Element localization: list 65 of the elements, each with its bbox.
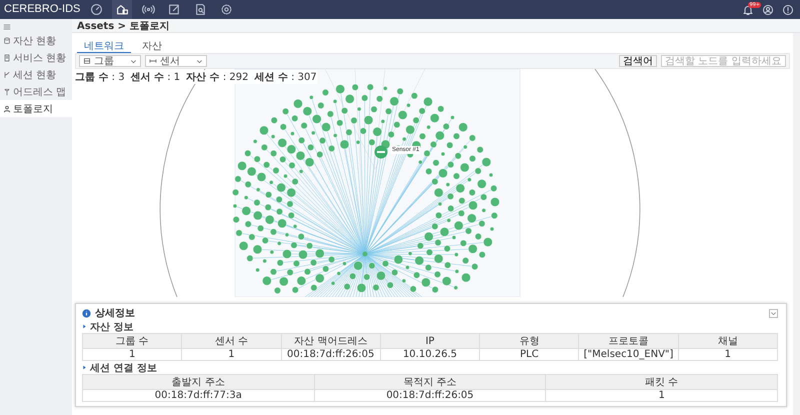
collapse-button[interactable] bbox=[769, 308, 778, 318]
column-header: 프로토콜 bbox=[578, 334, 678, 348]
server-icon bbox=[3, 54, 11, 62]
column-header: 패킷 수 bbox=[546, 374, 778, 390]
table-cell: 00:18:7d:ff:26:05 bbox=[281, 348, 380, 360]
chevron-down-icon bbox=[130, 58, 137, 64]
chevron-down-icon bbox=[770, 310, 777, 316]
link-icon bbox=[149, 57, 157, 65]
table-cell: 10.10.26.5 bbox=[380, 348, 480, 360]
column-header: 센서 수 bbox=[182, 334, 282, 348]
table-cell: 1 bbox=[678, 348, 778, 360]
building-nav-button[interactable] bbox=[112, 0, 132, 19]
table-cell: 1 bbox=[182, 348, 282, 360]
building-icon bbox=[116, 3, 129, 16]
user-icon bbox=[762, 4, 774, 16]
alert-icon bbox=[782, 4, 794, 16]
stat-text: 센서 수 : 1 bbox=[130, 71, 180, 84]
dropdown-value: 센서 bbox=[160, 55, 180, 68]
breadcrumb: Assets > 토폴로지 bbox=[72, 19, 800, 33]
column-header: 채널 bbox=[678, 334, 778, 348]
column-header: 목적지 주소 bbox=[314, 374, 546, 390]
dropdown[interactable]: 센서 bbox=[145, 55, 207, 67]
table-cell: 00:18:7d:ff:26:05 bbox=[314, 390, 546, 402]
settings-icon bbox=[220, 3, 233, 16]
sidebar-item[interactable]: 서비스 현황 bbox=[0, 49, 72, 66]
broadcast-icon bbox=[142, 3, 155, 16]
sidebar-item[interactable]: 자산 현황 bbox=[0, 32, 72, 49]
sidebar-item[interactable]: 세션 현황 bbox=[0, 66, 72, 83]
branch-icon bbox=[3, 70, 11, 78]
column-header: 출발지 주소 bbox=[82, 374, 314, 390]
panel-title: 상세정보 bbox=[95, 307, 135, 320]
app-title: CEREBRO-IDS bbox=[3, 3, 82, 16]
section-title: 자산 정보 bbox=[90, 320, 134, 334]
user-icon bbox=[3, 104, 11, 112]
triangle-icon bbox=[82, 324, 87, 329]
dropdown-value: 그룹 bbox=[94, 55, 114, 68]
search-button[interactable]: 검색어 bbox=[619, 55, 657, 67]
stat-text: 세션 수 : 307 bbox=[254, 71, 317, 84]
stat-text: 그룹 수 : 3 bbox=[75, 71, 125, 84]
document-search-icon bbox=[194, 3, 207, 16]
table-cell: ["Melsec10_ENV"] bbox=[578, 348, 678, 360]
triangle-icon bbox=[82, 365, 87, 370]
column-header: 유형 bbox=[480, 334, 579, 348]
database-icon bbox=[3, 36, 11, 44]
column-header: IP bbox=[380, 334, 480, 348]
edit-icon bbox=[168, 3, 181, 16]
dropdown[interactable]: 그룹 bbox=[79, 55, 141, 67]
table-cell: PLC bbox=[480, 348, 579, 360]
column-header: 그룹 수 bbox=[82, 334, 182, 348]
stat-text: 자산 수 : 292 bbox=[186, 71, 248, 84]
search-field[interactable]: 검색할 노드를 입력하세요 bbox=[661, 55, 786, 67]
map-pin-icon bbox=[3, 88, 11, 96]
info-icon bbox=[82, 308, 91, 318]
sidebar-item[interactable]: 어드레스 맵 bbox=[0, 83, 72, 100]
tab[interactable]: 자산 bbox=[135, 39, 169, 53]
section-title: 세션 연결 정보 bbox=[90, 362, 157, 374]
chevron-down-icon bbox=[196, 58, 203, 64]
table-cell: 1 bbox=[82, 348, 182, 360]
gauge-icon bbox=[90, 3, 103, 16]
table-cell: 1 bbox=[546, 390, 778, 402]
column-header: 자산 맥어드레스 bbox=[281, 334, 380, 348]
sidebar-item[interactable]: 토폴로지 bbox=[0, 100, 72, 117]
menu-icon bbox=[3, 22, 11, 30]
table-cell: 00:18:7d:ff:77:3a bbox=[82, 390, 314, 402]
grid-icon bbox=[83, 57, 91, 65]
